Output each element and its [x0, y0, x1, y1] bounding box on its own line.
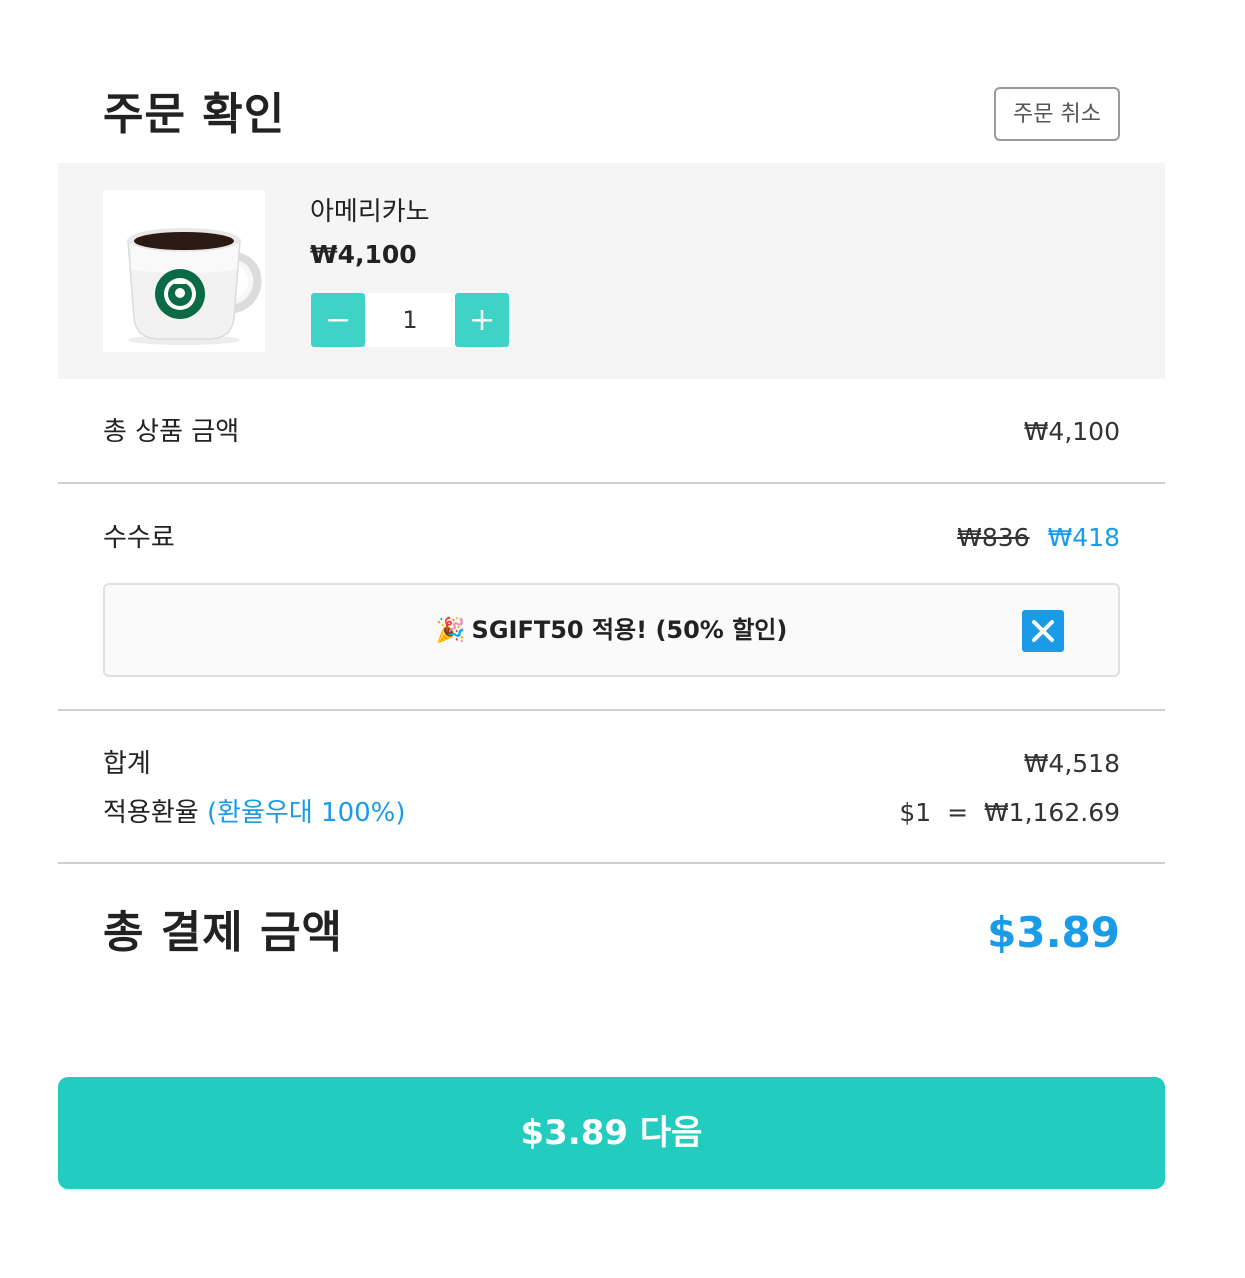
- page-title: 주문 확인: [103, 89, 286, 140]
- coupon-text-wrap: 🎉 SGIFT50 적용! (50% 할인): [105, 585, 1118, 675]
- cancel-order-button[interactable]: 주문 취소: [994, 87, 1120, 141]
- sum-label: 합계: [103, 749, 151, 779]
- coupon-banner: 🎉 SGIFT50 적용! (50% 할인): [103, 583, 1120, 677]
- close-icon: [1032, 620, 1054, 642]
- divider: [58, 709, 1165, 711]
- exchange-rate-label: 적용환율: [103, 798, 199, 828]
- order-item-card: 아메리카노 ₩4,100 1: [58, 163, 1165, 379]
- quantity-value[interactable]: 1: [365, 293, 455, 347]
- sum-value: ₩4,518: [1023, 749, 1120, 778]
- divider: [58, 482, 1165, 484]
- decrease-quantity-button[interactable]: [311, 293, 365, 347]
- plus-icon: [472, 310, 492, 330]
- exchange-rate-value: $1 = ₩1,162.69: [899, 798, 1120, 827]
- fee-label: 수수료: [103, 523, 175, 553]
- exchange-rate-note: (환율우대 100%): [206, 798, 406, 828]
- exchange-rate-label-wrap: 적용환율 (환율우대 100%): [103, 793, 406, 833]
- subtotal-row: 총 상품 금액 ₩4,100: [103, 412, 1120, 452]
- remove-coupon-button[interactable]: [1022, 610, 1064, 652]
- next-button[interactable]: $3.89 다음: [58, 1077, 1165, 1189]
- header: 주문 확인 주문 취소: [103, 86, 1120, 144]
- subtotal-value: ₩4,100: [1023, 417, 1120, 446]
- quantity-stepper: 1: [311, 293, 509, 347]
- coupon-text: SGIFT50 적용! (50% 할인): [471, 616, 788, 644]
- product-image: [103, 190, 265, 352]
- product-price: ₩4,100: [310, 240, 417, 269]
- fee-original: ₩836: [957, 523, 1030, 552]
- sum-row: 합계 ₩4,518: [103, 744, 1120, 784]
- increase-quantity-button[interactable]: [455, 293, 509, 347]
- subtotal-label: 총 상품 금액: [103, 417, 240, 447]
- coffee-mug-icon: [127, 228, 262, 345]
- total-label: 총 결제 금액: [103, 907, 344, 958]
- fee-discounted: ₩418: [1047, 523, 1120, 552]
- minus-icon: [328, 319, 348, 322]
- total-value: $3.89: [987, 908, 1120, 957]
- fee-values: ₩836 ₩418: [957, 518, 1120, 558]
- product-name: 아메리카노: [310, 197, 430, 227]
- exchange-rate-row: 적용환율 (환율우대 100%) $1 = ₩1,162.69: [103, 793, 1120, 833]
- divider: [58, 862, 1165, 864]
- fee-row: 수수료 ₩836 ₩418: [103, 518, 1120, 558]
- party-popper-icon: 🎉: [435, 616, 466, 644]
